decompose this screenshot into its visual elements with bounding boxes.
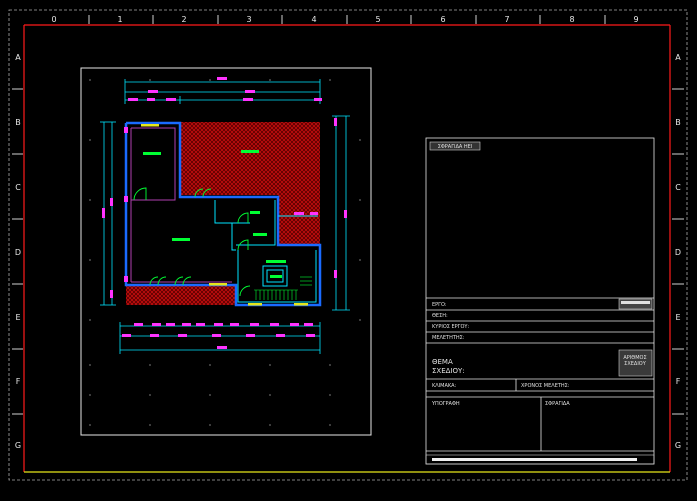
field-ergo: ΕΡΓΟ: <box>432 302 447 308</box>
ruler-col: 2 <box>181 15 186 24</box>
field-ypografi: ΥΠΟΓΡΑΦΗ <box>431 401 460 407</box>
ruler-col: 3 <box>246 15 251 24</box>
field-meletitis: ΜΕΛΕΤΗΤΗΣ: <box>432 335 465 341</box>
dimension-lines-right <box>332 115 350 311</box>
ruler-row: A <box>675 53 681 62</box>
field-thesi: ΘΕΣΗ: <box>432 313 448 319</box>
ruler-col: 1 <box>117 15 122 24</box>
field-sfragida: ΣΦΡΑΓΙΔΑ <box>545 401 570 407</box>
dimension-lines-bottom <box>119 322 321 354</box>
ruler-row: E <box>675 313 680 322</box>
ruler-col: 4 <box>311 15 316 24</box>
ergo-logo-bar <box>621 301 650 304</box>
ruler-row: B <box>15 118 21 127</box>
ruler-col: 0 <box>51 15 56 24</box>
field-xronos: ΧΡΟΝΟΣ ΜΕΛΕΤΗΣ: <box>521 383 570 389</box>
drawing-sheet[interactable]: 0 1 2 3 4 5 6 7 8 9 A B C D E F G A B C … <box>0 0 697 501</box>
sheet-outer-dashed-border <box>8 9 688 481</box>
ruler-col: 5 <box>375 15 380 24</box>
field-arithmos-line2: ΣΧΕΔΙΟΥ <box>624 361 647 367</box>
ruler-col: 9 <box>633 15 638 24</box>
field-klimaka: ΚΛΙΜΑΚΑ: <box>432 383 457 389</box>
field-thema-line1: ΘΕΜΑ <box>432 358 453 366</box>
ruler-row: F <box>676 377 681 386</box>
terrace-hatch-right <box>278 195 320 245</box>
ruler-col: 6 <box>440 15 445 24</box>
ruler-columns: 0 1 2 3 4 5 6 7 8 9 <box>51 15 638 24</box>
ruler-row: G <box>675 441 681 450</box>
terrace-hatch-top <box>180 122 320 195</box>
ruler-row: C <box>675 183 681 192</box>
ruler-row: F <box>16 377 21 386</box>
ruler-ticks <box>12 15 684 415</box>
ruler-row: C <box>15 183 21 192</box>
red-frame <box>23 24 671 472</box>
dimension-tags-top <box>128 77 322 101</box>
ruler-row: D <box>15 248 21 257</box>
field-thema-line2: ΣΧΕΔΙΟΥ: <box>432 367 465 375</box>
ruler-col: 7 <box>504 15 509 24</box>
field-kyrios: ΚΥΡΙΟΣ ΕΡΓΟΥ: <box>432 324 469 330</box>
ruler-row: G <box>15 441 21 450</box>
ruler-row: A <box>15 53 21 62</box>
ruler-col: 8 <box>569 15 574 24</box>
terrace-hatch-bottom <box>126 285 236 305</box>
ruler-rows-right: A B C D E F G <box>675 53 681 450</box>
bottom-bar-fill <box>432 458 637 461</box>
ruler-row: E <box>15 313 20 322</box>
ruler-row: B <box>675 118 681 127</box>
door-swings <box>133 187 251 297</box>
stamp-header-label: ΣΦΡΑΓΙΔΑ ΗΕΙ <box>438 144 473 150</box>
ruler-rows-left: A B C D E F G <box>15 53 21 450</box>
ruler-row: D <box>675 248 681 257</box>
